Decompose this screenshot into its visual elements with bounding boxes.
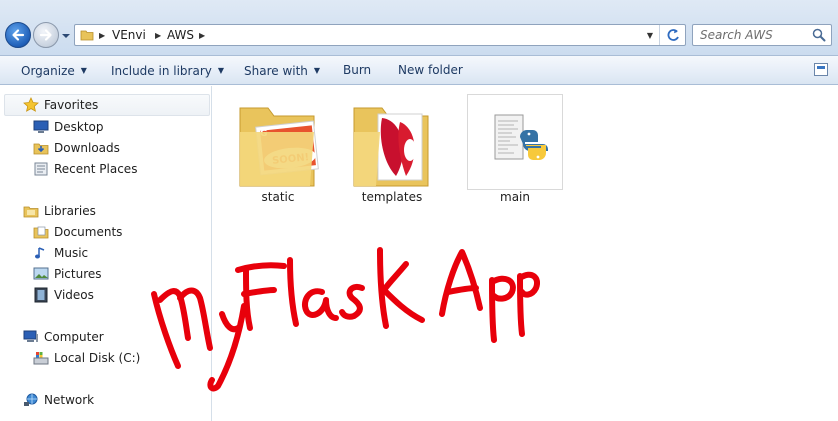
nav-item-label: Local Disk (C:) [54, 351, 141, 365]
chevron-down-icon: ▼ [217, 66, 225, 75]
computer-icon [22, 329, 40, 345]
downloads-icon [32, 140, 50, 156]
libraries-icon [22, 203, 40, 219]
nav-item-recent-places[interactable]: Recent Places [32, 159, 137, 179]
recent-places-icon [32, 161, 50, 177]
search-icon[interactable] [812, 28, 826, 42]
file-item-label: main [500, 190, 530, 204]
refresh-button[interactable] [659, 25, 685, 45]
python-file-icon [494, 114, 548, 160]
recent-pages-button[interactable] [61, 30, 71, 40]
file-item-label: static [261, 190, 295, 204]
nav-item-videos[interactable]: Videos [32, 285, 94, 305]
breadcrumb-venvi[interactable]: VEnvi [112, 28, 146, 43]
breadcrumb-separator-icon[interactable]: ▶ [99, 28, 105, 43]
nav-item-label: Recent Places [54, 162, 138, 176]
breadcrumb-aws[interactable]: AWS [167, 28, 194, 43]
breadcrumb-separator-icon[interactable]: ▶ [199, 28, 205, 43]
documents-icon [32, 224, 50, 240]
include-in-library-menu[interactable]: Include in library ▼ [111, 63, 224, 79]
nav-item-downloads[interactable]: Downloads [32, 138, 120, 158]
music-icon [32, 245, 50, 261]
nav-item-label: Desktop [54, 120, 104, 134]
nav-network-label: Network [44, 393, 95, 407]
arrow-right-icon [39, 29, 52, 41]
address-box[interactable]: ▶ VEnvi ▶ AWS ▶ ▼ [74, 24, 686, 46]
chevron-down-icon: ▼ [80, 66, 87, 75]
navigation-pane: Favorites Desktop Downloads Recent Place… [0, 86, 212, 421]
file-item-templates[interactable]: templates [344, 86, 440, 206]
file-item-static[interactable]: SOON! G static [230, 86, 326, 206]
new-folder-button[interactable]: New folder [398, 63, 463, 78]
address-bar-region: ▶ VEnvi ▶ AWS ▶ ▼ [0, 0, 838, 56]
nav-item-desktop[interactable]: Desktop [32, 117, 104, 137]
search-input[interactable] [700, 27, 808, 43]
folder-icon: SOON! G [239, 107, 319, 187]
nav-libraries[interactable]: Libraries [22, 201, 96, 221]
network-icon [22, 392, 40, 408]
refresh-icon [667, 29, 679, 41]
share-with-label: Share with [244, 64, 308, 78]
chevron-down-icon [62, 34, 70, 38]
desktop-icon [32, 119, 50, 135]
nav-item-label: Documents [54, 225, 123, 239]
nav-network[interactable]: Network [22, 390, 94, 410]
organize-label: Organize [21, 64, 75, 78]
file-list-pane: SOON! G static templates [213, 86, 838, 421]
folder-icon [353, 107, 429, 187]
file-thumbnail [467, 94, 563, 190]
nav-item-label: Music [54, 246, 89, 260]
forward-button[interactable] [33, 22, 59, 48]
nav-item-music[interactable]: Music [32, 243, 88, 263]
preview-pane-icon[interactable] [814, 63, 828, 76]
nav-item-label: Downloads [54, 141, 120, 155]
file-item-label: templates [361, 190, 423, 204]
arrow-left-icon [12, 29, 25, 41]
nav-computer[interactable]: Computer [22, 327, 104, 347]
nav-favorites[interactable]: Favorites [22, 95, 98, 115]
organize-menu[interactable]: Organize ▼ [21, 63, 87, 79]
nav-item-label: Pictures [54, 267, 102, 281]
breadcrumb-separator-icon[interactable]: ▶ [155, 28, 161, 43]
nav-favorites-label: Favorites [44, 98, 99, 112]
star-icon [22, 97, 40, 113]
share-with-menu[interactable]: Share with ▼ [244, 63, 320, 79]
folder-icon [80, 30, 94, 41]
nav-item-local-disk[interactable]: Local Disk (C:) [32, 348, 140, 368]
nav-item-label: Videos [54, 288, 94, 302]
pictures-icon [32, 266, 50, 282]
nav-computer-label: Computer [44, 330, 104, 344]
back-button[interactable] [5, 22, 31, 48]
burn-button[interactable]: Burn [343, 63, 371, 78]
nav-item-pictures[interactable]: Pictures [32, 264, 102, 284]
include-in-library-label: Include in library [111, 64, 212, 78]
videos-icon [32, 287, 50, 303]
local-disk-icon [32, 350, 50, 366]
nav-item-documents[interactable]: Documents [32, 222, 122, 242]
chevron-down-icon: ▼ [313, 66, 321, 75]
nav-libraries-label: Libraries [44, 204, 96, 218]
address-dropdown-icon[interactable]: ▼ [647, 31, 653, 40]
search-box[interactable] [692, 24, 832, 46]
command-bar: Organize ▼ Include in library ▼ Share with… [0, 56, 838, 85]
file-item-main[interactable]: main [467, 86, 563, 206]
